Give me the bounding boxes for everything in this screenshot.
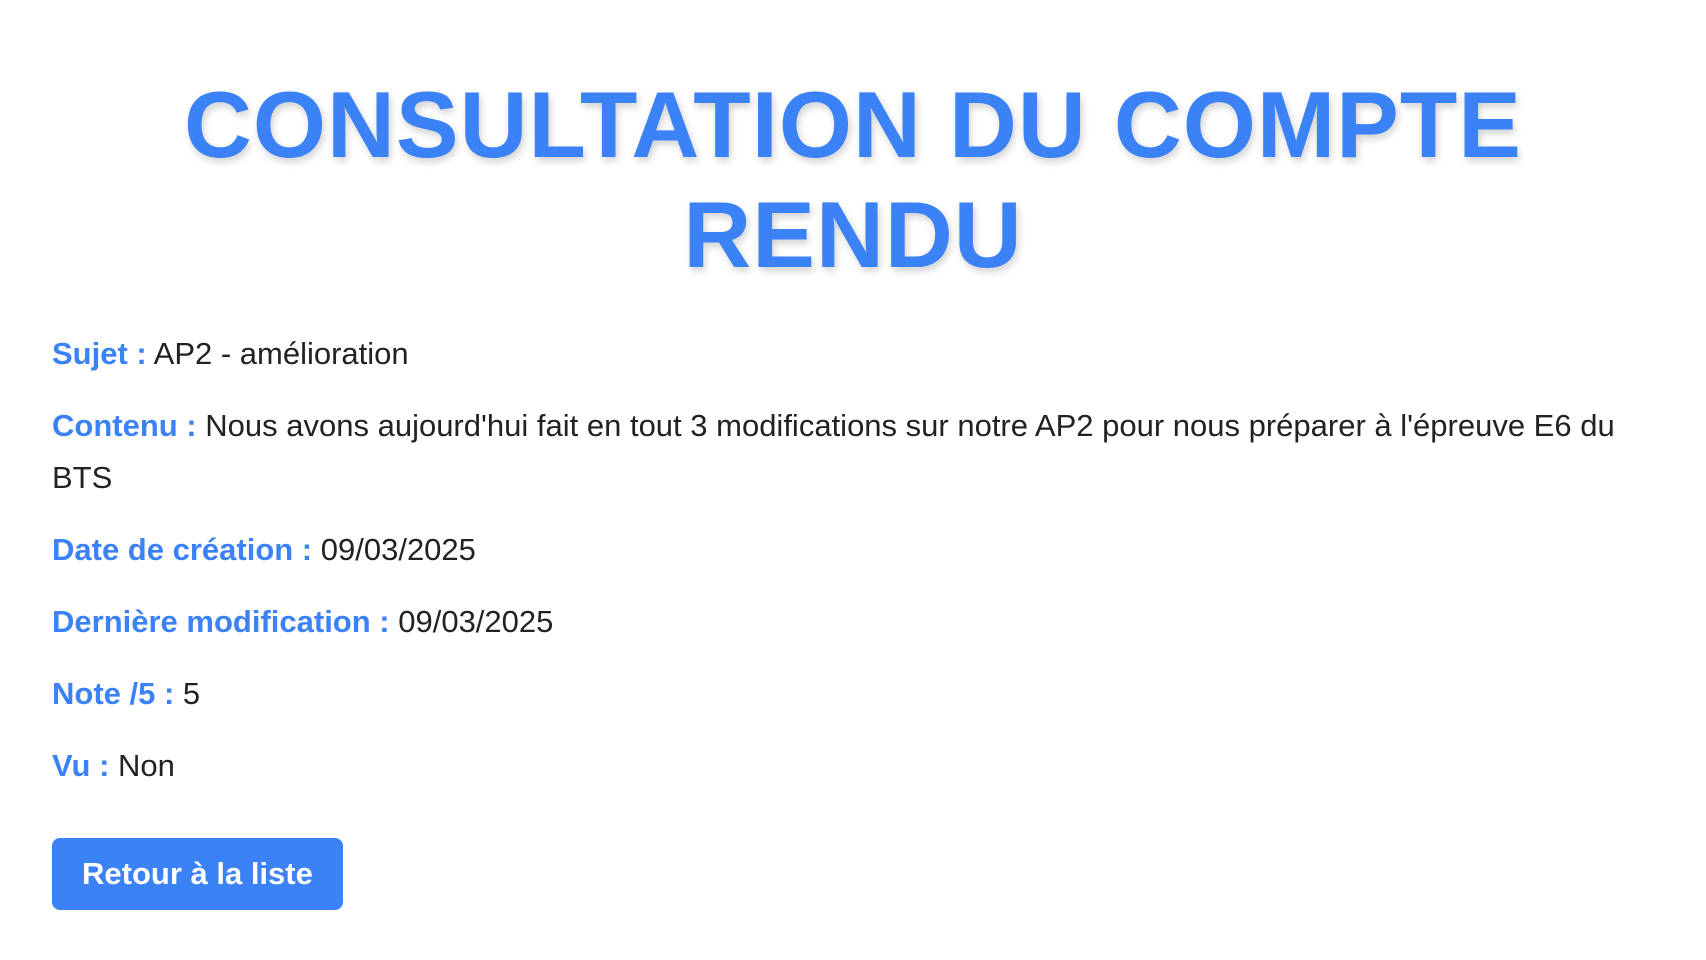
field-note-value: 5 — [182, 676, 201, 711]
field-sujet-label: Sujet : — [52, 336, 147, 371]
field-vu: Vu : Non — [52, 740, 1652, 792]
field-date-creation-label: Date de création : — [52, 532, 313, 567]
field-derniere-modification-label: Dernière modification : — [52, 604, 390, 639]
field-contenu-label: Contenu : — [52, 408, 197, 443]
page-title: CONSULTATION DU COMPTE RENDU — [184, 72, 1522, 287]
field-contenu: Contenu : Nous avons aujourd'hui fait en… — [52, 400, 1652, 504]
field-note: Note /5 : 5 — [52, 668, 1652, 720]
field-sujet-value: AP2 - amélioration — [153, 336, 409, 371]
field-date-creation-value: 09/03/2025 — [320, 532, 476, 567]
field-vu-label: Vu : — [52, 748, 110, 783]
field-derniere-modification-value: 09/03/2025 — [398, 604, 554, 639]
field-note-label: Note /5 : — [52, 676, 175, 711]
field-sujet: Sujet : AP2 - amélioration — [52, 328, 1652, 380]
field-derniere-modification: Dernière modification : 09/03/2025 — [52, 596, 1652, 648]
field-vu-value: Non — [118, 748, 175, 783]
back-to-list-button[interactable]: Retour à la liste — [52, 838, 343, 910]
report-view-page: CONSULTATION DU COMPTE RENDU Sujet : AP2… — [0, 0, 1706, 960]
report-details: Sujet : AP2 - amélioration Contenu : Nou… — [52, 328, 1654, 792]
field-date-creation: Date de création : 09/03/2025 — [52, 524, 1652, 576]
field-contenu-value: Nous avons aujourd'hui fait en tout 3 mo… — [52, 408, 1615, 495]
